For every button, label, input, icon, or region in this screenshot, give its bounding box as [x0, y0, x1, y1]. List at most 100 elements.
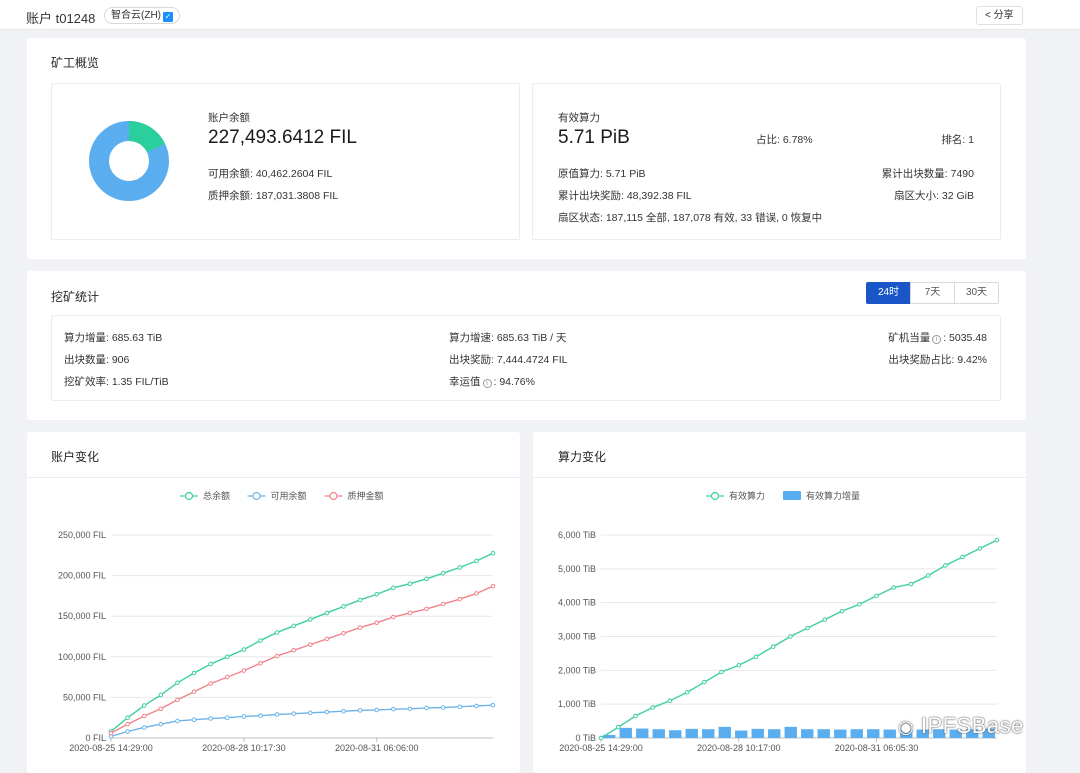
tab-24h[interactable]: 24时	[866, 282, 911, 304]
y-tick-label: 6,000 TiB	[558, 530, 596, 540]
chart-legend: 有效算力 有效算力增量	[706, 490, 860, 501]
y-tick-label: 1,000 TiB	[558, 699, 596, 709]
legend-marker	[329, 491, 338, 501]
range-tabs: 24时 7天 30天	[866, 282, 999, 304]
balance-value: 227,493.6412 FIL	[208, 127, 357, 148]
legend-item: 总余额	[180, 490, 230, 501]
data-point	[615, 724, 621, 730]
data-point	[158, 721, 164, 727]
equivalent-number: : 5035.48	[943, 332, 987, 344]
bar	[685, 728, 698, 738]
balance-label: 账户余额	[208, 112, 250, 124]
data-point	[224, 715, 230, 720]
data-point	[960, 554, 965, 560]
data-point	[274, 630, 280, 635]
data-point	[108, 730, 114, 736]
data-point	[125, 729, 130, 734]
power-chart-title: 算力变化	[558, 450, 607, 464]
data-point	[324, 709, 330, 715]
data-point	[357, 625, 363, 630]
data-point	[125, 715, 130, 720]
y-tick-label: 4,000 TiB	[558, 598, 596, 608]
info-icon[interactable]: i	[482, 379, 492, 388]
data-point	[175, 697, 180, 703]
bar	[768, 729, 781, 738]
data-point	[158, 692, 164, 698]
data-point	[291, 711, 296, 716]
account-tag[interactable]: 智合云(ZH) ✓	[104, 7, 180, 24]
share-label: 分享	[993, 10, 1014, 21]
data-point	[440, 570, 446, 576]
data-point	[474, 558, 479, 564]
data-point	[308, 617, 313, 622]
share-button[interactable]: < 分享	[976, 6, 1023, 25]
data-point	[457, 596, 463, 602]
data-point	[141, 725, 147, 730]
data-point	[788, 634, 793, 639]
data-point	[341, 630, 346, 636]
power-rank: 排名: 1	[941, 134, 974, 146]
data-point	[839, 608, 845, 614]
data-point	[702, 679, 707, 685]
data-point	[598, 735, 604, 741]
data-point	[175, 680, 180, 686]
legend-label: 有效算力增量	[806, 490, 860, 501]
reward-ratio: 出块奖励占比: 9.42%	[888, 354, 987, 366]
bar	[850, 729, 863, 738]
share-icon: <	[985, 10, 991, 21]
account-chart: 总余额 可用余额 质押金额 0 FIL 50,000 FIL 100,000 FIL 150…	[58, 490, 496, 753]
legend-label: 可用余额	[271, 490, 307, 501]
bar	[867, 729, 880, 738]
equivalent-label: 矿机当量	[888, 332, 931, 344]
data-point	[440, 705, 446, 710]
data-point	[324, 610, 330, 616]
bar	[883, 729, 896, 738]
data-point	[407, 610, 413, 616]
legend-label: 总余额	[203, 490, 230, 501]
account-chart-title: 账户变化	[51, 450, 100, 464]
data-point	[308, 710, 313, 716]
y-tick-label: 250,000 FIL	[58, 530, 106, 540]
data-point	[440, 601, 446, 607]
luck-label: 幸运值	[449, 376, 481, 388]
data-point	[391, 706, 396, 712]
data-point	[258, 638, 263, 643]
data-point	[241, 714, 247, 719]
data-point	[125, 721, 130, 727]
data-point	[308, 642, 313, 647]
power-value: 5.71 PiB	[558, 127, 630, 148]
data-point	[191, 670, 197, 676]
chart-legend: 总余额 可用余额 质押金额	[180, 490, 384, 501]
series-line	[110, 585, 494, 734]
power-speed: 算力增速: 685.63 TiB / 天	[449, 332, 567, 344]
data-point	[258, 713, 263, 718]
y-tick-label: 200,000 FIL	[58, 571, 106, 581]
series-line	[600, 539, 998, 739]
equivalent-value: 矿机当量 i: 5035.48	[888, 330, 987, 345]
x-tick-label: 2020-08-31 06:06:00	[335, 743, 419, 753]
tab-30d[interactable]: 30天	[954, 282, 999, 304]
data-point	[633, 713, 638, 719]
info-icon[interactable]: i	[932, 335, 942, 344]
legend-item: 有效算力	[706, 490, 765, 501]
data-point	[291, 623, 296, 629]
balance-donut-chart	[89, 121, 169, 201]
data-point	[208, 661, 213, 667]
legend-item: 质押金额	[324, 490, 384, 501]
data-point	[770, 644, 776, 649]
series-line	[110, 704, 494, 738]
wechat-icon: ◉	[898, 717, 915, 737]
y-tick-label: 0 FIL	[85, 733, 106, 743]
y-tick-label: 5,000 TiB	[558, 564, 596, 574]
legend-swatch	[783, 491, 801, 500]
data-point	[341, 604, 346, 609]
bar	[817, 729, 830, 738]
data-point	[274, 712, 280, 717]
tab-7d[interactable]: 7天	[910, 282, 955, 304]
bar	[784, 726, 797, 738]
data-point	[374, 707, 380, 713]
mining-efficiency: 挖矿效率: 1.35 FIL/TiB	[64, 376, 169, 388]
blocks-total: 累计出块数量: 7490	[881, 168, 974, 180]
bar	[801, 729, 814, 738]
data-point	[241, 668, 247, 673]
